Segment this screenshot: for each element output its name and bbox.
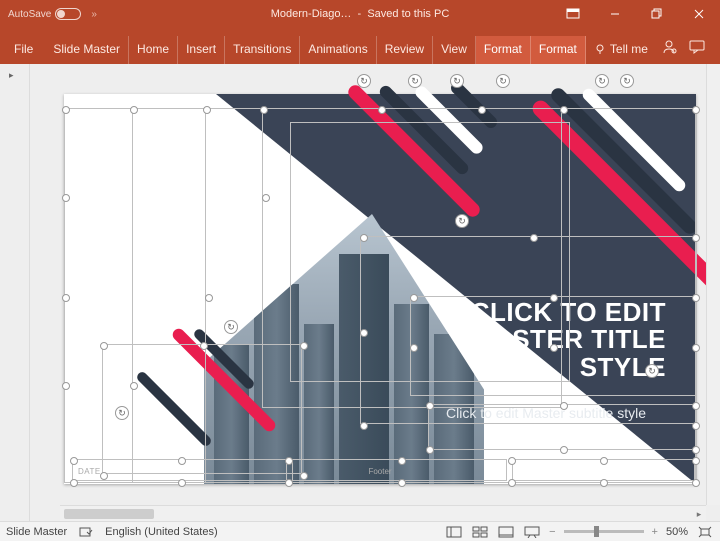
scroll-right-icon[interactable]: ▸: [692, 506, 706, 521]
normal-view-button[interactable]: [445, 525, 463, 539]
tab-file[interactable]: File: [6, 36, 45, 64]
restore-button[interactable]: [636, 0, 678, 28]
workspace: ▸ Master Thumbnails CLICK TO EDIT MASTER: [0, 64, 720, 521]
status-bar: Slide Master English (United States) − +…: [0, 521, 720, 541]
expand-thumbnails-icon[interactable]: ▸: [9, 70, 14, 81]
autosave-label: AutoSave: [8, 9, 51, 20]
slide-master[interactable]: CLICK TO EDIT MASTER TITLE STYLE Click t…: [64, 94, 696, 484]
tab-view[interactable]: View: [433, 36, 476, 64]
tab-transitions[interactable]: Transitions: [225, 36, 300, 64]
zoom-out-button[interactable]: −: [549, 526, 555, 538]
footer-placeholder[interactable]: Footer: [368, 467, 391, 476]
minimize-button[interactable]: [594, 0, 636, 28]
scrollbar-thumb[interactable]: [64, 509, 154, 519]
status-language[interactable]: English (United States): [105, 526, 218, 538]
zoom-level[interactable]: 50%: [666, 526, 688, 538]
save-status: Saved to this PC: [367, 8, 449, 20]
zoom-in-button[interactable]: +: [652, 526, 658, 538]
quick-access-toolbar: AutoSave »: [0, 8, 101, 20]
master-title-placeholder[interactable]: CLICK TO EDIT MASTER TITLE STYLE: [406, 299, 666, 381]
tab-slide-master[interactable]: Slide Master: [45, 36, 129, 64]
tab-format-2[interactable]: Format: [531, 36, 586, 64]
comments-button[interactable]: [688, 38, 706, 56]
lightbulb-icon: [594, 43, 606, 55]
tell-me-search[interactable]: Tell me: [586, 36, 656, 64]
share-button[interactable]: [660, 38, 678, 56]
reading-view-button[interactable]: [497, 525, 515, 539]
slideshow-button[interactable]: [523, 525, 541, 539]
toggle-off-icon: [55, 8, 81, 20]
zoom-slider[interactable]: [564, 530, 644, 533]
ribbon-display-options-button[interactable]: [552, 0, 594, 28]
close-button[interactable]: [678, 0, 720, 28]
thumbnails-pane[interactable]: ▸ Master Thumbnails: [0, 64, 30, 521]
tab-review[interactable]: Review: [377, 36, 433, 64]
tab-animations[interactable]: Animations: [300, 36, 376, 64]
accent-stripe: [135, 370, 213, 448]
vertical-scrollbar[interactable]: [706, 64, 720, 505]
slide-canvas[interactable]: CLICK TO EDIT MASTER TITLE STYLE Click t…: [30, 64, 720, 521]
document-name: Modern-Diago…: [271, 8, 352, 20]
autosave-toggle[interactable]: AutoSave: [8, 8, 81, 20]
title-bar: AutoSave » Modern-Diago… - Saved to this…: [0, 0, 720, 28]
date-placeholder[interactable]: DATE: [78, 467, 101, 476]
horizontal-scrollbar[interactable]: ◂ ▸: [60, 505, 706, 521]
tell-me-label: Tell me: [610, 42, 648, 56]
slide-sorter-button[interactable]: [471, 525, 489, 539]
master-subtitle-placeholder[interactable]: Click to edit Master subtitle style: [426, 404, 666, 422]
spell-check-icon[interactable]: [77, 525, 95, 539]
ribbon: File Slide Master Home Insert Transition…: [0, 28, 720, 64]
status-view-mode[interactable]: Slide Master: [6, 526, 67, 538]
tab-insert[interactable]: Insert: [178, 36, 225, 64]
fit-to-window-button[interactable]: [696, 525, 714, 539]
qat-overflow-icon[interactable]: »: [87, 9, 101, 20]
tab-format-1[interactable]: Format: [476, 36, 531, 64]
tab-home[interactable]: Home: [129, 36, 178, 64]
